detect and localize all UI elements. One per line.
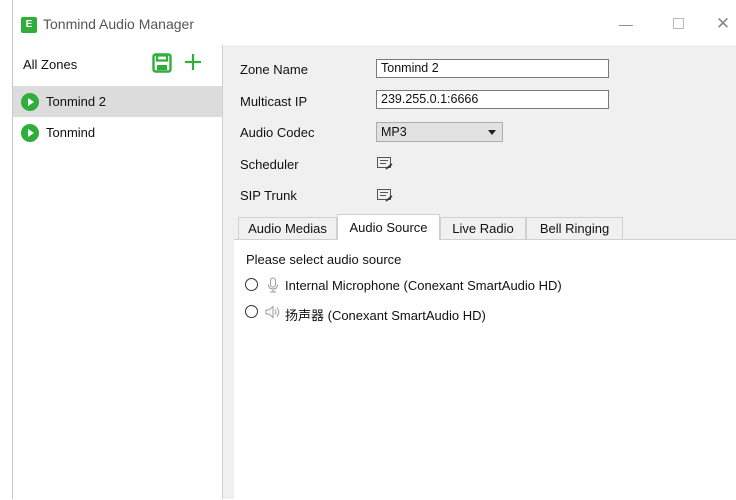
sip-trunk-edit-icon[interactable] [377,189,393,203]
radio-button[interactable] [245,278,258,291]
dropdown-arrow-icon [488,130,496,135]
zones-sidebar: All Zones Tonmind 2 Tonmind [13,45,223,499]
save-icon[interactable] [152,53,172,73]
minimize-button[interactable]: — [616,14,636,34]
play-icon[interactable] [21,124,39,142]
audio-source-panel: Please select audio source Internal Micr… [234,239,736,500]
radio-button[interactable] [245,305,258,318]
window-title: Tonmind Audio Manager [43,16,194,32]
multicast-ip-label: Multicast IP [240,94,308,109]
microphone-icon [268,277,278,293]
zone-name-input[interactable]: Tonmind 2 [376,59,609,78]
audio-codec-label: Audio Codec [240,125,315,140]
app-logo-icon: E [21,17,37,33]
scheduler-edit-icon[interactable] [377,157,393,171]
close-button[interactable]: ✕ [713,14,733,34]
app-window: E Tonmind Audio Manager — ✕ All Zones To… [12,0,736,500]
zone-settings-panel: Zone Name Tonmind 2 Multicast IP 239.255… [223,45,736,500]
sip-trunk-label: SIP Trunk [240,188,297,203]
audio-source-label: Internal Microphone (Conexant SmartAudio… [285,278,562,293]
zone-item-tonmind[interactable]: Tonmind [13,117,222,148]
maximize-button[interactable] [668,14,688,34]
tab-audio-medias[interactable]: Audio Medias [238,217,337,239]
maximize-icon [672,18,684,29]
add-zone-icon[interactable] [183,52,203,72]
all-zones-heading: All Zones [23,57,78,72]
tab-bell-ringing[interactable]: Bell Ringing [526,217,623,239]
audio-source-prompt: Please select audio source [246,252,402,267]
speaker-icon [265,305,280,319]
title-bar: E Tonmind Audio Manager — ✕ [13,0,736,45]
audio-codec-value: MP3 [381,125,407,139]
zone-item-tonmind-2[interactable]: Tonmind 2 [13,86,222,117]
tab-live-radio[interactable]: Live Radio [440,217,526,239]
audio-source-label: 扬声器 (Conexant SmartAudio HD) [285,308,486,323]
multicast-ip-input[interactable]: 239.255.0.1:6666 [376,90,609,109]
scheduler-label: Scheduler [240,157,299,172]
audio-codec-select[interactable]: MP3 [376,122,503,142]
zone-name-label: Zone Name [240,62,308,77]
zone-label: Tonmind 2 [46,94,106,109]
tab-audio-source[interactable]: Audio Source [337,214,440,240]
zone-label: Tonmind [46,125,96,140]
play-icon[interactable] [21,93,39,111]
